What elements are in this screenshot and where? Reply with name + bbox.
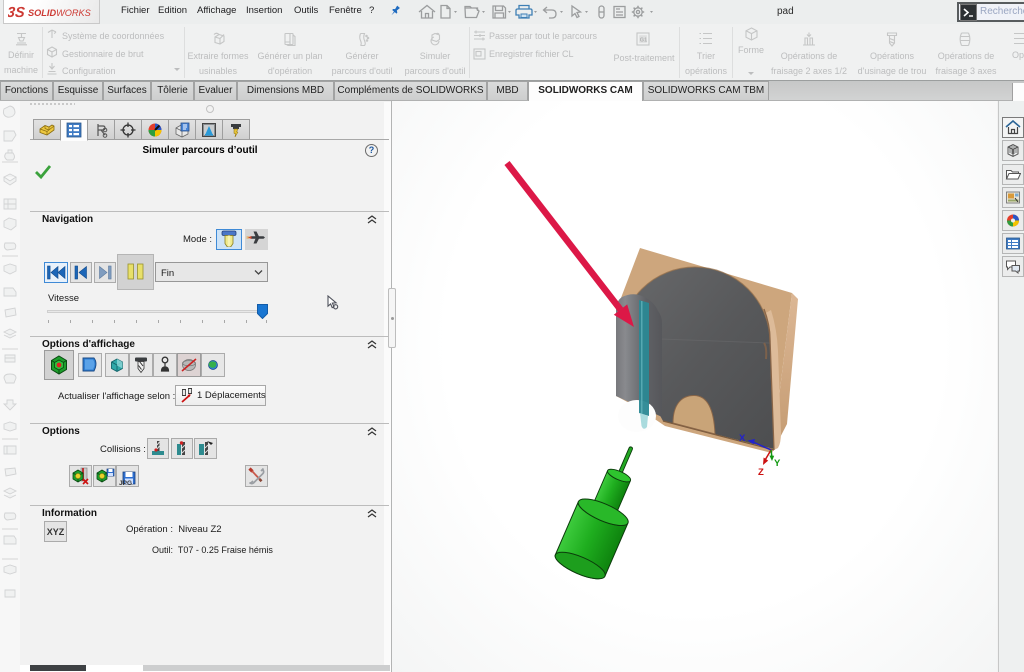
svg-text:Y: Y <box>774 458 781 469</box>
svg-text:X: X <box>739 433 746 444</box>
svg-text:Z: Z <box>758 467 764 478</box>
svg-text:G1: G1 <box>640 38 647 44</box>
svg-text:JPG: JPG <box>119 480 132 486</box>
svg-text:3S: 3S <box>8 5 26 21</box>
svg-text:SOLIDWORKS: SOLIDWORKS <box>28 8 92 18</box>
